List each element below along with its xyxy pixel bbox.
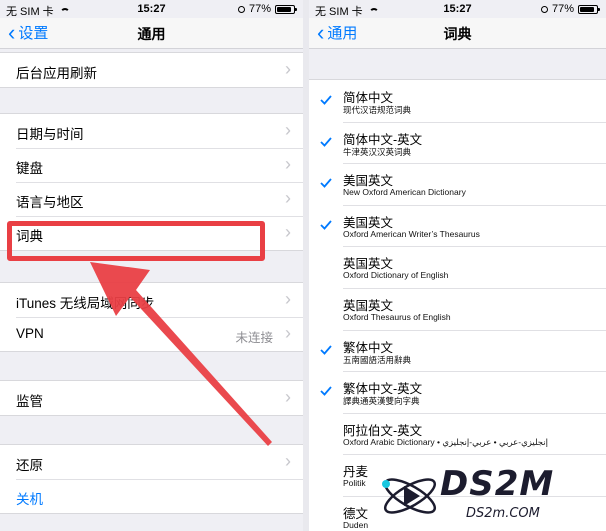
checkmark-icon xyxy=(320,220,332,230)
nav-bar: ‹ 通用 词典 xyxy=(309,18,606,49)
dictionary-row[interactable]: 美国英文 Oxford American Writer’s Thesaurus xyxy=(309,204,606,247)
dictionary-row[interactable]: 阿拉伯文-英文 Oxford Arabic Dictionary • إنجليز… xyxy=(309,412,606,455)
battery-icon xyxy=(578,4,600,14)
dictionary-source: Duden xyxy=(343,519,369,530)
checkmark-icon xyxy=(320,344,332,355)
battery-percent: 77% xyxy=(551,3,574,15)
battery-status: 77% xyxy=(540,3,600,15)
checkmark-icon xyxy=(320,137,332,147)
dictionary-screen: 无 SIM 卡 15:27 77% ‹ 通用 词典 简体中文 现代汉语规范词典 简体… xyxy=(309,0,606,531)
dictionary-source: 譯典通英漢雙向字典 xyxy=(343,396,420,407)
rotation-lock-icon xyxy=(540,5,548,13)
dictionary-row[interactable]: 简体中文 现代汉语规范词典 xyxy=(309,80,606,122)
page-title: 词典 xyxy=(443,26,472,42)
checkmark-icon xyxy=(320,95,332,105)
watermark-logo-text: DS2M xyxy=(440,464,555,504)
dictionary-source: Politik xyxy=(343,478,366,489)
dictionary-source: Oxford Dictionary of English xyxy=(343,270,449,281)
checkmark-icon xyxy=(320,178,332,189)
pointer-arrow-icon xyxy=(90,262,272,446)
dictionary-source: 五南國語活用辭典 xyxy=(343,354,412,365)
dictionary-source: Oxford Thesaurus of English xyxy=(343,311,451,322)
dictionary-row[interactable]: 繁体中文 五南國語活用辭典 xyxy=(309,329,606,372)
dictionary-row[interactable]: 繁体中文-英文 譯典通英漢雙向字典 xyxy=(309,371,606,413)
dictionary-row[interactable]: 英国英文 Oxford Dictionary of English xyxy=(309,246,606,288)
dictionary-source: Oxford Arabic Dictionary • إنجليزي-عربي … xyxy=(343,436,549,447)
dictionary-row[interactable]: 英国英文 Oxford Thesaurus of English xyxy=(309,287,606,330)
dictionary-source: 现代汉语规范词典 xyxy=(343,105,412,115)
dictionary-row[interactable]: 美国英文 New Oxford American Dictionary xyxy=(309,163,606,205)
general-settings-screen: 无 SIM 卡 15:27 77% ‹ 设置 通用 后台应用刷新 › 日期与时间… xyxy=(0,0,303,531)
dictionary-row[interactable]: 简体中文-英文 牛津英汉汉英词典 xyxy=(309,121,606,164)
watermark: DS2M DS2m.COM xyxy=(378,462,598,528)
watermark-site: DS2m.COM xyxy=(466,506,540,521)
checkmark-icon xyxy=(320,386,332,396)
dictionary-source: 牛津英汉汉英词典 xyxy=(343,146,412,157)
status-bar: 无 SIM 卡 15:27 77% xyxy=(309,0,606,18)
dictionary-source: Oxford American Writer’s Thesaurus xyxy=(343,228,480,239)
dictionary-source: New Oxford American Dictionary xyxy=(343,187,466,198)
atom-logo-icon xyxy=(382,478,437,514)
